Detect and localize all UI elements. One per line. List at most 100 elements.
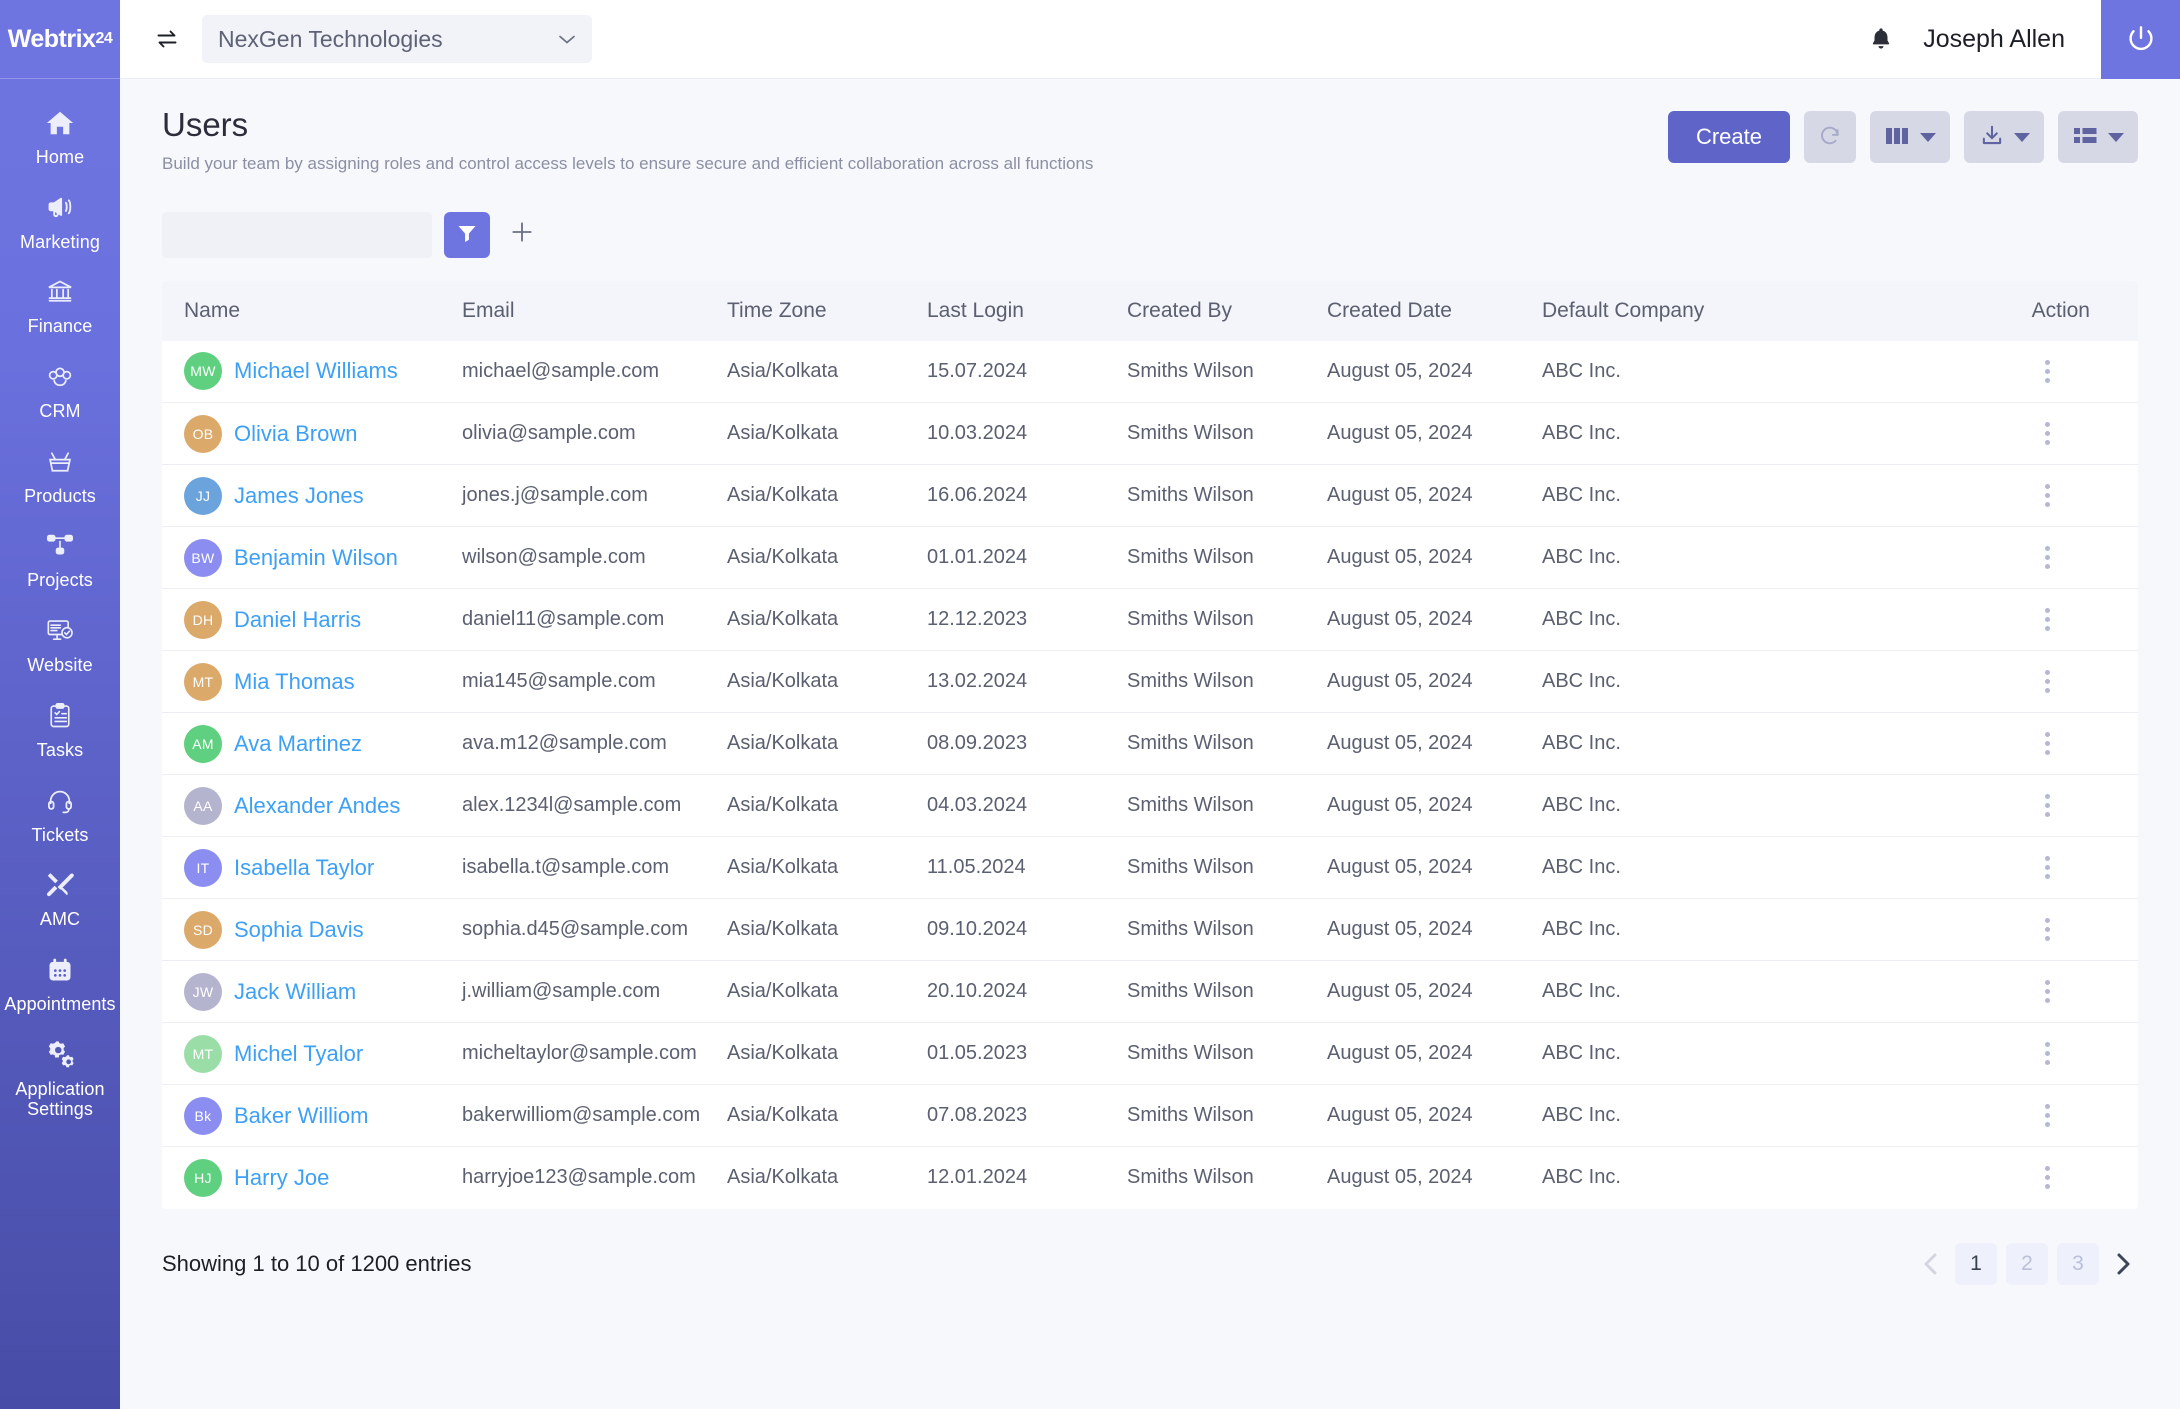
user-name-link[interactable]: Harry Joe — [234, 1165, 329, 1191]
col-header-last-login[interactable]: Last Login — [927, 280, 1127, 341]
kebab-menu-icon[interactable] — [2045, 918, 2094, 942]
sidebar-item-appointments[interactable]: Appointments — [0, 942, 120, 1027]
add-filter-button[interactable] — [502, 212, 542, 258]
swap-horizontal-icon[interactable] — [150, 22, 184, 56]
user-name-link[interactable]: Baker Williom — [234, 1103, 368, 1129]
user-name-link[interactable]: Olivia Brown — [234, 421, 357, 447]
kebab-menu-icon[interactable] — [2045, 1104, 2094, 1128]
cell-timezone: Asia/Kolkata — [727, 608, 839, 631]
sidebar-item-website[interactable]: Website — [0, 603, 120, 688]
col-header-created-by[interactable]: Created By — [1127, 280, 1327, 341]
sidebar-label: Tasks — [36, 739, 84, 760]
plus-icon — [509, 219, 535, 250]
kebab-menu-icon[interactable] — [2045, 422, 2094, 446]
table-row[interactable]: SD Sophia Davis sophia.d45@sample.com Asia/… — [162, 899, 2138, 961]
bell-icon[interactable] — [1861, 19, 1901, 59]
table-row[interactable]: OB Olivia Brown olivia@sample.com Asia/Kolk… — [162, 403, 2138, 465]
kebab-menu-icon[interactable] — [2045, 980, 2094, 1004]
col-header-timezone[interactable]: Time Zone — [727, 280, 927, 341]
kebab-menu-icon[interactable] — [2045, 546, 2094, 570]
export-button[interactable] — [1964, 111, 2044, 163]
kebab-menu-icon[interactable] — [2045, 484, 2094, 508]
avatar: OB — [184, 414, 222, 453]
cell-timezone: Asia/Kolkata — [727, 732, 839, 755]
table-row[interactable]: MW Michael Williams michael@sample.com Asia… — [162, 341, 2138, 403]
pagination-page-2[interactable]: 2 — [2006, 1242, 2048, 1285]
cell-email: alex.1234l@sample.com — [462, 794, 682, 817]
company-select[interactable]: NexGen Technologies — [202, 15, 592, 63]
cell-default-company: ABC Inc. — [1542, 918, 1621, 941]
sidebar-item-tickets[interactable]: Tickets — [0, 773, 120, 858]
sidebar-item-amc[interactable]: AMC — [0, 857, 120, 942]
col-header-created-date[interactable]: Created Date — [1327, 280, 1542, 341]
power-button[interactable] — [2101, 0, 2180, 79]
table-row[interactable]: BW Benjamin Wilson wilson@sample.com Asia/K… — [162, 527, 2138, 589]
cell-created-date: August 05, 2024 — [1327, 1166, 1473, 1189]
chevron-down-icon — [1919, 132, 1936, 142]
user-name-link[interactable]: Isabella Taylor — [234, 855, 374, 881]
user-name-link[interactable]: Michel Tyalor — [234, 1041, 363, 1067]
cell-default-company: ABC Inc. — [1542, 980, 1621, 1003]
table-row[interactable]: JW Jack William j.william@sample.com Asia/K… — [162, 961, 2138, 1023]
avatar: Bk — [184, 1096, 222, 1135]
cell-created-by: Smiths Wilson — [1127, 794, 1254, 817]
kebab-menu-icon[interactable] — [2045, 1166, 2094, 1190]
user-name-link[interactable]: Mia Thomas — [234, 669, 355, 695]
sidebar-item-projects[interactable]: Projects — [0, 518, 120, 603]
sidebar-item-home[interactable]: Home — [0, 95, 120, 180]
sidebar-item-tasks[interactable]: Tasks — [0, 688, 120, 773]
create-button[interactable]: Create — [1667, 111, 1790, 163]
user-name-link[interactable]: Jack William — [234, 979, 356, 1005]
pagination-prev[interactable] — [1916, 1244, 1946, 1284]
columns-button[interactable] — [1870, 111, 1950, 163]
col-header-email[interactable]: Email — [462, 280, 727, 341]
table-row[interactable]: DH Daniel Harris daniel11@sample.com Asia/K… — [162, 589, 2138, 651]
table-row[interactable]: MT Michel Tyalor micheltaylor@sample.com As… — [162, 1023, 2138, 1085]
table-row[interactable]: AA Alexander Andes alex.1234l@sample.com As… — [162, 775, 2138, 837]
pagination-page-1[interactable]: 1 — [1955, 1242, 1997, 1285]
user-name-link[interactable]: James Jones — [234, 483, 364, 509]
table-row[interactable]: Bk Baker Williom bakerwilliom@sample.com As… — [162, 1085, 2138, 1147]
sidebar-item-products[interactable]: Products — [0, 434, 120, 519]
kebab-menu-icon[interactable] — [2045, 732, 2094, 756]
table-row[interactable]: HJ Harry Joe harryjoe123@sample.com Asia/Ko… — [162, 1147, 2138, 1209]
view-options-button[interactable] — [2058, 111, 2138, 163]
table-row[interactable]: JJ James Jones jones.j@sample.com Asia/Kolk… — [162, 465, 2138, 527]
cell-email: j.william@sample.com — [462, 980, 661, 1003]
kebab-menu-icon[interactable] — [2045, 794, 2094, 818]
cell-name: BW Benjamin Wilson — [162, 527, 462, 589]
sidebar-item-marketing[interactable]: Marketing — [0, 180, 120, 265]
sidebar-item-crm[interactable]: CRM — [0, 349, 120, 434]
user-name[interactable]: Joseph Allen — [1923, 25, 2065, 54]
cell-name: HJ Harry Joe — [162, 1147, 462, 1209]
user-name-link[interactable]: Alexander Andes — [234, 793, 400, 819]
clipboard-check-icon — [41, 699, 79, 733]
filter-input[interactable] — [162, 211, 432, 258]
user-name-link[interactable]: Daniel Harris — [234, 607, 361, 633]
col-header-default-company[interactable]: Default Company — [1542, 280, 2008, 341]
kebab-menu-icon[interactable] — [2045, 856, 2094, 880]
kebab-menu-icon[interactable] — [2045, 670, 2094, 694]
kebab-menu-icon[interactable] — [2045, 608, 2094, 632]
pagination-page-3[interactable]: 3 — [2057, 1242, 2099, 1285]
user-name-link[interactable]: Benjamin Wilson — [234, 545, 398, 571]
avatar-initials: HJ — [194, 1169, 212, 1186]
sidebar-item-application-settings[interactable]: Application Settings — [0, 1027, 120, 1132]
table-row[interactable]: IT Isabella Taylor isabella.t@sample.com As… — [162, 837, 2138, 899]
sidebar-item-finance[interactable]: Finance — [0, 264, 120, 349]
brand-logo[interactable]: Webtrix 24 — [0, 0, 120, 79]
user-name-link[interactable]: Sophia Davis — [234, 917, 364, 943]
pagination-next[interactable] — [2108, 1244, 2138, 1284]
cell-action — [2008, 775, 2138, 837]
kebab-menu-icon[interactable] — [2045, 1042, 2094, 1066]
refresh-button[interactable] — [1804, 111, 1856, 163]
col-header-name[interactable]: Name — [162, 280, 462, 341]
kebab-menu-icon[interactable] — [2045, 359, 2094, 383]
user-name-link[interactable]: Michael Williams — [234, 358, 398, 384]
cell-timezone: Asia/Kolkata — [727, 546, 839, 569]
table-row[interactable]: MT Mia Thomas mia145@sample.com Asia/Kolkat… — [162, 651, 2138, 713]
user-name-link[interactable]: Ava Martinez — [234, 731, 362, 757]
cell-last-login: 15.07.2024 — [927, 359, 1028, 382]
filter-button[interactable] — [444, 211, 490, 258]
table-row[interactable]: AM Ava Martinez ava.m12@sample.com Asia/Kol… — [162, 713, 2138, 775]
